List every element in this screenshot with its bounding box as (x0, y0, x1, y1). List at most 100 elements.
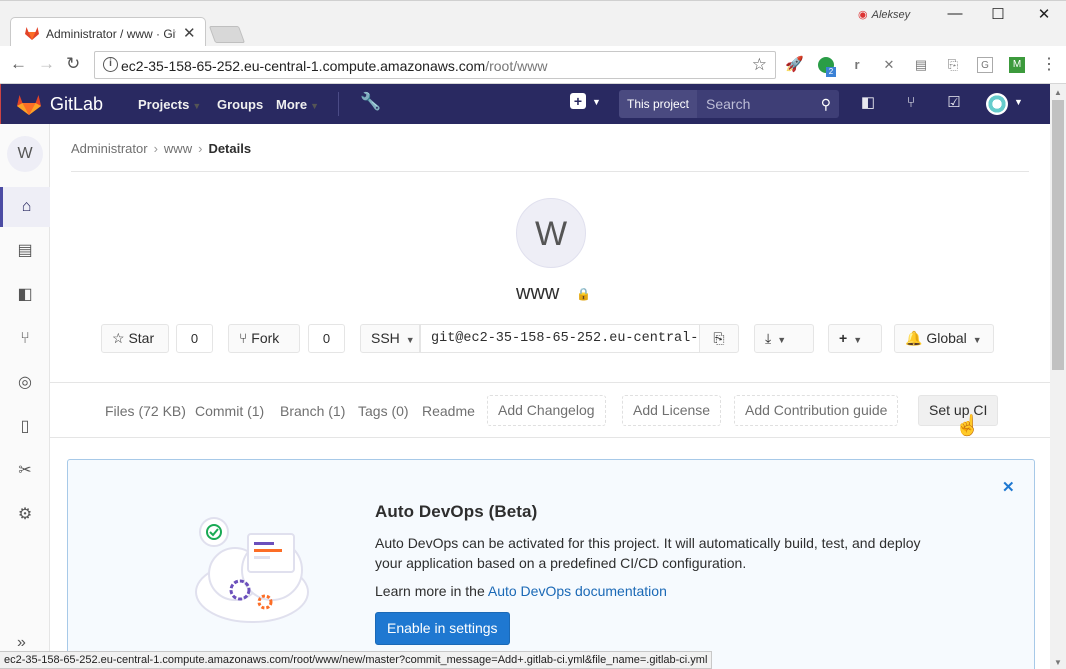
profile-badge[interactable]: ◉ Aleksey (858, 8, 910, 21)
breadcrumb-details[interactable]: Details (208, 141, 251, 156)
scroll-down-icon[interactable]: ▼ (1054, 658, 1062, 667)
nav-more[interactable]: More ▼ (276, 97, 319, 112)
chrome-menu-icon[interactable]: ⋮ (1041, 57, 1057, 73)
breadcrumb-www[interactable]: www (164, 141, 192, 156)
chevron-down-icon: ▼ (853, 335, 863, 345)
maximize-icon[interactable]: ☐ (978, 5, 1018, 23)
auto-devops-learn-more: Learn more in the Auto DevOps documentat… (375, 583, 667, 599)
auto-devops-description: Auto DevOps can be activated for this pr… (375, 535, 921, 571)
r-extension-icon[interactable]: r (849, 57, 865, 73)
rocket-extension-icon[interactable]: 🚀 (785, 57, 804, 73)
sidebar-item-repository[interactable]: ▤ (0, 231, 50, 271)
nav-projects[interactable]: Projects ▼ (138, 97, 201, 112)
merge-requests-icon[interactable]: ⑂ (902, 94, 920, 112)
close-window-icon[interactable]: ✕ (1024, 5, 1064, 23)
divider (50, 437, 1050, 438)
fork-label: Fork (251, 330, 280, 346)
sidebar-item-snippets[interactable]: ✂ (0, 451, 50, 491)
enable-in-settings-button[interactable]: Enable in settings (375, 612, 510, 645)
sidebar-item-settings[interactable]: ⚙ (0, 495, 50, 535)
tab-close-icon[interactable]: ✕ (183, 24, 196, 42)
profile-icon: ◉ (858, 9, 868, 21)
sidebar-item-overview[interactable]: ⌂ (0, 187, 50, 227)
pdf-extension-icon[interactable]: ⎘ (945, 57, 961, 73)
chevron-right-icon: › (198, 141, 203, 156)
breadcrumb-administrator[interactable]: Administrator (71, 141, 148, 156)
chevron-down-icon: ▼ (310, 101, 319, 111)
plus-icon: + (839, 330, 848, 346)
add-license-button[interactable]: Add License (622, 395, 722, 426)
sidebar-item-ci-cd[interactable]: ◎ (0, 363, 50, 403)
auto-devops-docs-link[interactable]: Auto DevOps documentation (488, 583, 667, 599)
sidebar-project-avatar[interactable]: W (7, 136, 43, 172)
add-changelog-button[interactable]: Add Changelog (487, 395, 606, 426)
sidebar-item-wiki[interactable]: ▯ (0, 407, 50, 447)
fork-count[interactable]: 0 (308, 324, 345, 353)
breadcrumb: Administrator › www › Details (71, 141, 251, 156)
back-icon[interactable]: ← (10, 54, 27, 74)
collapse-sidebar-icon[interactable]: » (17, 634, 26, 652)
sidebar-item-issues[interactable]: ◧ (0, 275, 50, 315)
nav-divider (338, 92, 339, 116)
project-avatar: W (516, 198, 586, 268)
url-path: /root/www (485, 58, 548, 74)
sidebar-item-merge-requests[interactable]: ⑂ (0, 319, 50, 359)
clone-url-input[interactable]: git@ec2-35-158-65-252.eu-central-1.compu… (420, 324, 700, 353)
user-avatar[interactable] (986, 93, 1008, 115)
copy-url-button[interactable]: ⎘ (699, 324, 739, 353)
star-count[interactable]: 0 (176, 324, 213, 353)
add-dropdown[interactable]: + ▼ (828, 324, 882, 353)
learn-more-prefix: Learn more in the (375, 583, 485, 599)
chevron-down-icon: ▼ (972, 335, 982, 345)
gitlab-logo-icon[interactable] (16, 92, 42, 116)
issues-icon: ◧ (17, 286, 33, 303)
stat-tags[interactable]: Tags (0) (358, 403, 409, 419)
gitlab-brand[interactable]: GitLab (50, 94, 103, 115)
clipboard-icon: ⎘ (713, 330, 725, 346)
minimize-icon[interactable]: — (935, 5, 975, 22)
notification-label: Global (926, 330, 967, 346)
fork-icon: ⑂ (239, 330, 248, 346)
site-info-icon[interactable]: i (103, 57, 118, 72)
devops-illustration-icon (195, 517, 309, 623)
download-dropdown[interactable]: ⤓ ▼ (754, 324, 814, 353)
search-input[interactable]: Search ⚲ (697, 90, 839, 118)
chevron-down-icon[interactable]: ▼ (592, 97, 601, 107)
chevron-down-icon[interactable]: ▼ (1014, 97, 1023, 107)
star-icon: ☆ (112, 330, 125, 346)
bookmark-star-icon[interactable]: ☆ (752, 55, 767, 75)
document-icon: ▤ (17, 242, 33, 259)
forward-icon[interactable]: → (38, 54, 55, 74)
stat-branches[interactable]: Branch (1) (280, 403, 345, 419)
scrollbar-thumb[interactable] (1052, 100, 1064, 370)
tab-title: Administrator / www · GitLab (46, 27, 176, 41)
todos-icon[interactable]: ☑ (945, 94, 963, 112)
stat-readme[interactable]: Readme (422, 403, 475, 419)
add-contribution-guide-button[interactable]: Add Contribution guide (734, 395, 899, 426)
stat-files[interactable]: Files (72 KB) (105, 403, 186, 419)
notification-dropdown[interactable]: 🔔 Global ▼ (894, 324, 994, 353)
scroll-up-icon[interactable]: ▲ (1054, 88, 1062, 97)
issues-icon[interactable]: ◧ (859, 94, 877, 112)
admin-wrench-icon[interactable]: 🔧 (360, 92, 381, 112)
nav-groups[interactable]: Groups (217, 97, 263, 112)
url-text[interactable]: ec2-35-158-65-252.eu-central-1.compute.a… (121, 58, 547, 74)
clone-protocol-dropdown[interactable]: SSH ▼ (360, 324, 420, 353)
reload-icon[interactable]: ↻ (66, 54, 80, 74)
rocket-icon: ◎ (18, 374, 32, 391)
address-bar[interactable]: i ec2-35-158-65-252.eu-central-1.compute… (94, 51, 776, 79)
m-extension-icon[interactable]: M (1009, 57, 1025, 73)
new-tab-button[interactable] (208, 26, 246, 43)
document-extension-icon[interactable]: ▤ (913, 57, 929, 73)
browser-toolbar: ← → ↻ i ec2-35-158-65-252.eu-central-1.c… (0, 46, 1066, 84)
stat-commits[interactable]: Commit (1) (195, 403, 264, 419)
star-button[interactable]: ☆ Star (101, 324, 169, 353)
close-icon[interactable]: ✕ (1002, 478, 1015, 496)
g-extension-icon[interactable]: G (977, 57, 993, 73)
fork-button[interactable]: ⑂ Fork (228, 324, 300, 353)
search-icon: ⚲ (820, 96, 831, 112)
search-placeholder: Search (706, 96, 751, 112)
search-scope-badge[interactable]: This project (619, 90, 697, 118)
new-item-plus-icon[interactable]: + (570, 93, 586, 109)
disabled-extension-icon[interactable]: ✕ (881, 57, 897, 73)
